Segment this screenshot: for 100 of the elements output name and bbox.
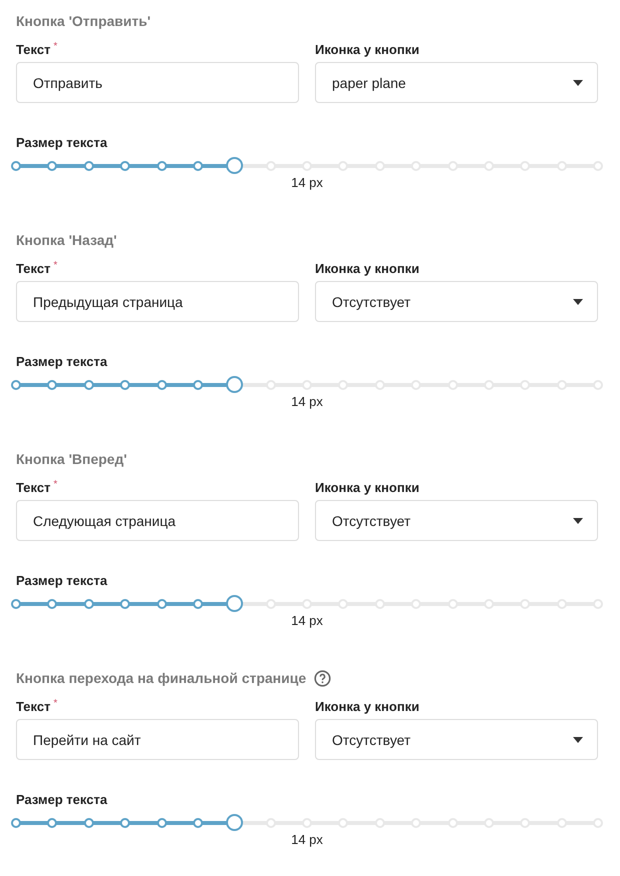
field-label: Текст: [16, 480, 50, 495]
size-slider[interactable]: [9, 376, 605, 394]
slider-tick: [84, 599, 94, 609]
slider-tick: [266, 161, 276, 171]
section-title: Кнопка 'Назад': [16, 232, 117, 248]
slider-tick: [338, 380, 348, 390]
required-mark: *: [53, 42, 58, 52]
slider-tick: [11, 161, 21, 171]
slider-tick: [47, 599, 58, 609]
slider-tick: [520, 818, 530, 828]
slider-tick: [556, 818, 567, 828]
text-input[interactable]: Отправить: [16, 62, 299, 103]
help-icon[interactable]: [314, 670, 332, 686]
slider-tick: [120, 818, 130, 828]
slider-tick: [192, 818, 203, 828]
slider-value: 14 px: [291, 613, 323, 628]
caret-icon: [573, 518, 583, 524]
slider-tick: [266, 380, 276, 390]
slider-tick: [120, 380, 130, 390]
slider-tick: [302, 599, 312, 609]
icon-dropdown[interactable]: Отсутствует: [315, 500, 598, 541]
slider-tick: [11, 380, 21, 390]
icon-dropdown[interactable]: Отсутствует: [315, 281, 598, 322]
slider-tick: [520, 380, 530, 390]
slider-tick: [520, 161, 530, 171]
slider-tick: [120, 161, 130, 171]
section-title: Кнопка 'Отправить': [16, 13, 151, 29]
field-label: Иконка у кнопки: [315, 699, 420, 714]
field-label: Текст: [16, 699, 50, 714]
caret-icon: [573, 80, 583, 86]
slider-value: 14 px: [291, 175, 323, 190]
slider-tick: [156, 599, 166, 609]
slider-label: Размер текста: [16, 135, 108, 150]
slider-tick: [484, 818, 494, 828]
slider-label: Размер текста: [16, 354, 108, 369]
slider-tick: [448, 818, 458, 828]
caret-icon: [573, 298, 583, 304]
slider-tick: [192, 380, 203, 390]
slider-thumb[interactable]: [226, 376, 244, 393]
slider-tick: [338, 818, 348, 828]
slider-tick: [556, 599, 567, 609]
slider-tick: [47, 818, 58, 828]
field-label: Иконка у кнопки: [315, 261, 420, 276]
section-title: Кнопка перехода на финальной странице: [16, 670, 306, 686]
slider-tick: [156, 161, 166, 171]
slider-thumb[interactable]: [226, 157, 244, 174]
slider-tick: [302, 161, 312, 171]
text-input[interactable]: Следующая страница: [16, 500, 299, 541]
section-title: Кнопка 'Вперед': [16, 451, 127, 467]
slider-tick: [266, 599, 276, 609]
slider-tick: [302, 380, 312, 390]
slider-tick: [374, 161, 385, 171]
text-input[interactable]: Предыдущая страница: [16, 281, 299, 322]
slider-tick: [338, 161, 348, 171]
icon-dropdown[interactable]: Отсутствует: [315, 719, 598, 760]
size-slider[interactable]: [9, 157, 605, 175]
slider-tick: [411, 599, 422, 609]
slider-tick: [47, 380, 58, 390]
slider-tick: [448, 380, 458, 390]
slider-tick: [374, 380, 385, 390]
slider-tick: [192, 599, 203, 609]
slider-tick: [156, 818, 166, 828]
slider-tick: [411, 161, 422, 171]
slider-tick: [156, 380, 166, 390]
slider-label: Размер текста: [16, 573, 108, 588]
slider-tick: [84, 380, 94, 390]
slider-tick: [484, 599, 494, 609]
slider-value: 14 px: [291, 832, 323, 847]
size-slider[interactable]: [9, 595, 605, 613]
slider-tick: [266, 818, 276, 828]
field-label: Текст: [16, 261, 50, 276]
text-input[interactable]: Перейти на сайт: [16, 719, 299, 760]
slider-label: Размер текста: [16, 792, 108, 807]
slider-tick: [84, 818, 94, 828]
required-mark: *: [53, 480, 58, 490]
slider-tick: [338, 599, 348, 609]
caret-icon: [573, 736, 583, 742]
slider-thumb[interactable]: [226, 814, 244, 831]
slider-tick: [120, 599, 130, 609]
slider-tick: [374, 818, 385, 828]
field-label: Иконка у кнопки: [315, 42, 420, 57]
slider-tick: [374, 599, 385, 609]
slider-thumb[interactable]: [226, 595, 244, 612]
slider-tick: [11, 599, 21, 609]
size-slider[interactable]: [9, 814, 605, 832]
required-mark: *: [53, 699, 58, 709]
slider-value: 14 px: [291, 394, 323, 409]
field-label: Текст: [16, 42, 50, 57]
slider-tick: [484, 380, 494, 390]
slider-tick: [556, 380, 567, 390]
slider-tick: [84, 161, 94, 171]
slider-tick: [448, 161, 458, 171]
slider-tick: [11, 818, 21, 828]
slider-tick: [484, 161, 494, 171]
slider-tick: [47, 161, 58, 171]
slider-tick: [448, 599, 458, 609]
icon-dropdown[interactable]: paper plane: [315, 62, 598, 103]
slider-tick: [192, 161, 203, 171]
slider-tick: [411, 818, 422, 828]
slider-tick: [520, 599, 530, 609]
